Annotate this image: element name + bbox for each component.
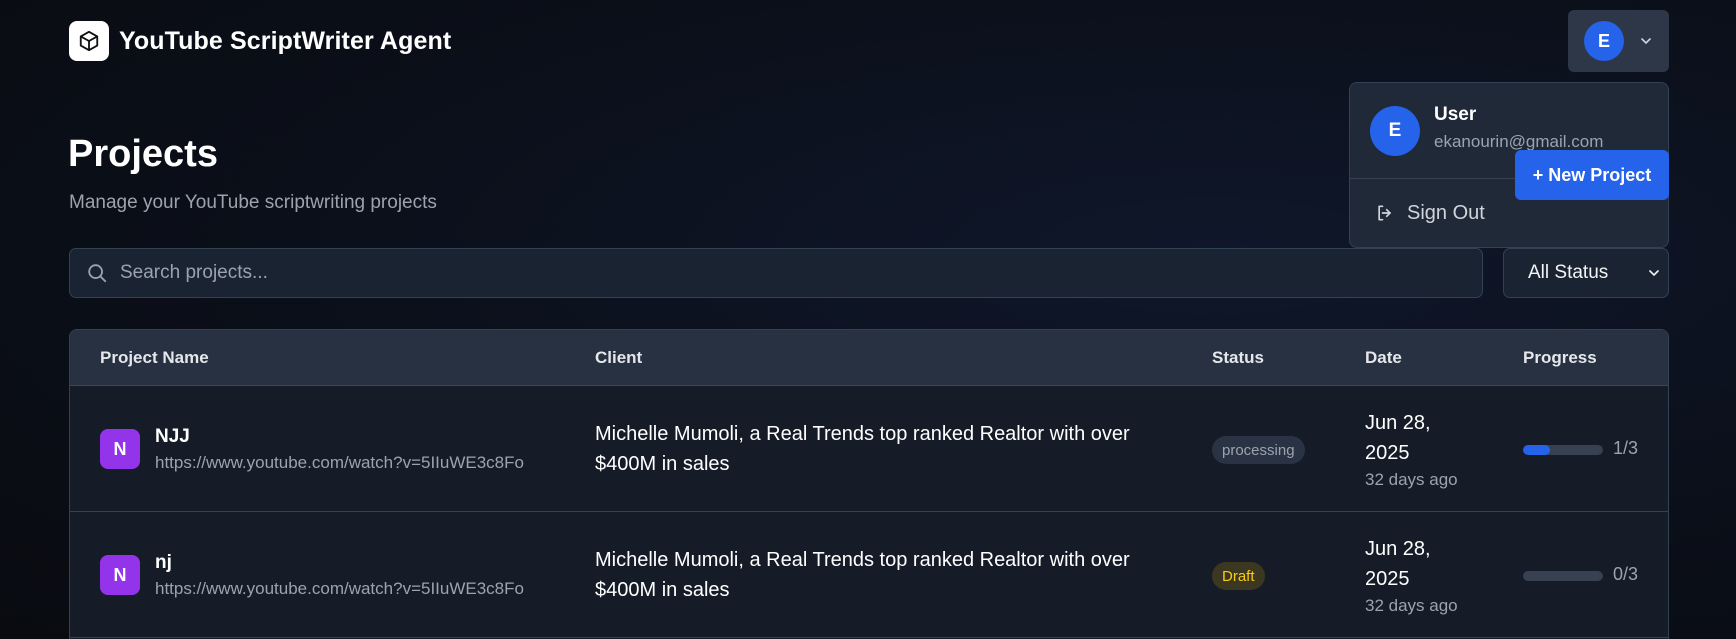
project-client: Michelle Mumoli, a Real Trends top ranke… — [595, 549, 1130, 601]
progress-text: 1/3 — [1613, 438, 1639, 458]
project-date-relative: 32 days ago — [1365, 596, 1458, 615]
table-row[interactable]: N NJJ https://www.youtube.com/watch?v=5I… — [70, 386, 1668, 512]
status-badge: processing — [1212, 436, 1305, 464]
table-header: Project Name Client Status Date Progress — [70, 330, 1668, 386]
status-filter-value: All Status — [1528, 262, 1609, 283]
status-badge: Draft — [1212, 562, 1265, 590]
user-email: ekanourin@gmail.com — [1434, 131, 1604, 151]
sign-out-icon — [1378, 205, 1391, 221]
project-avatar: N — [100, 429, 140, 469]
app-header: YouTube ScriptWriter Agent — [69, 21, 451, 61]
cube-icon[interactable] — [69, 21, 109, 61]
projects-table: Project Name Client Status Date Progress… — [69, 329, 1669, 639]
avatar: E — [1370, 105, 1420, 156]
column-header-progress[interactable]: Progress — [1523, 348, 1597, 368]
column-header-date[interactable]: Date — [1365, 348, 1402, 368]
user-name: User — [1434, 103, 1477, 125]
project-name[interactable]: nj — [155, 552, 172, 574]
project-date-relative: 32 days ago — [1365, 470, 1458, 489]
page-title: Projects — [68, 133, 218, 175]
project-url: https://www.youtube.com/watch?v=5IIuWE3c… — [155, 453, 524, 472]
project-url: https://www.youtube.com/watch?v=5IIuWE3c… — [155, 579, 524, 598]
project-client: Michelle Mumoli, a Real Trends top ranke… — [595, 423, 1130, 475]
search-icon — [88, 264, 107, 283]
status-filter-select[interactable]: All Status — [1503, 248, 1669, 298]
user-menu-button[interactable]: E — [1568, 10, 1669, 72]
sign-out-label: Sign Out — [1407, 201, 1485, 224]
progress-fill — [1523, 445, 1550, 455]
column-header-status[interactable]: Status — [1212, 348, 1264, 368]
project-avatar: N — [100, 555, 140, 595]
project-date: Jun 28, 2025 — [1365, 538, 1431, 590]
column-header-name[interactable]: Project Name — [100, 348, 209, 368]
chevron-down-icon — [1641, 38, 1651, 45]
project-date: Jun 28, 2025 — [1365, 412, 1431, 464]
column-header-client[interactable]: Client — [595, 348, 642, 368]
progress-bar — [1523, 445, 1603, 455]
search-input[interactable] — [120, 249, 1482, 297]
progress-text: 0/3 — [1613, 564, 1639, 584]
chevron-down-icon — [1649, 270, 1659, 277]
search-box — [69, 248, 1483, 298]
new-project-button[interactable]: + New Project — [1515, 150, 1669, 200]
table-row[interactable]: N nj https://www.youtube.com/watch?v=5II… — [70, 512, 1668, 638]
page-subtitle: Manage your YouTube scriptwriting projec… — [69, 192, 437, 213]
project-name[interactable]: NJJ — [155, 426, 190, 448]
app-title: YouTube ScriptWriter Agent — [119, 26, 452, 55]
progress-bar — [1523, 571, 1603, 581]
avatar: E — [1584, 21, 1624, 61]
